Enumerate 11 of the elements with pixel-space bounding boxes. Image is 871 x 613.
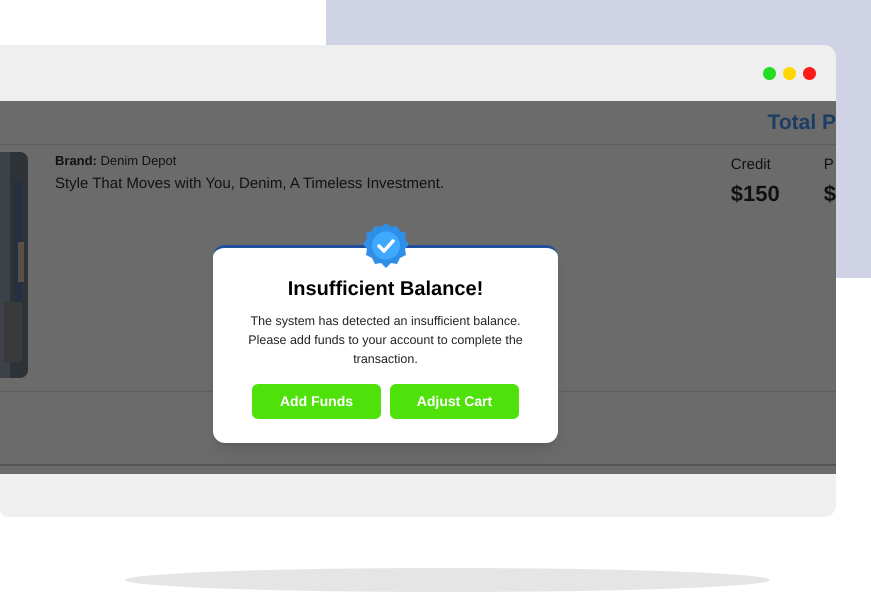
dialog-message: The system has detected an insufficient balance. Please add funds to your account to complete the transaction. (247, 313, 524, 368)
product-tagline: Style That Moves with You, Denim, A Timeless Investment. (55, 174, 444, 194)
column-label: Credit (730, 155, 772, 175)
column-label: P (824, 155, 835, 175)
column-heading: Total P (768, 112, 836, 133)
dialog-button[interactable]: Add Funds (252, 384, 381, 419)
price-value: $ (824, 182, 836, 204)
price-value: $150 (730, 182, 780, 204)
brand-line: Brand: Denim Depot (55, 154, 178, 167)
dialog-title: Insufficient Balance! (288, 277, 484, 302)
dialog-button[interactable]: Adjust Cart (390, 384, 519, 419)
